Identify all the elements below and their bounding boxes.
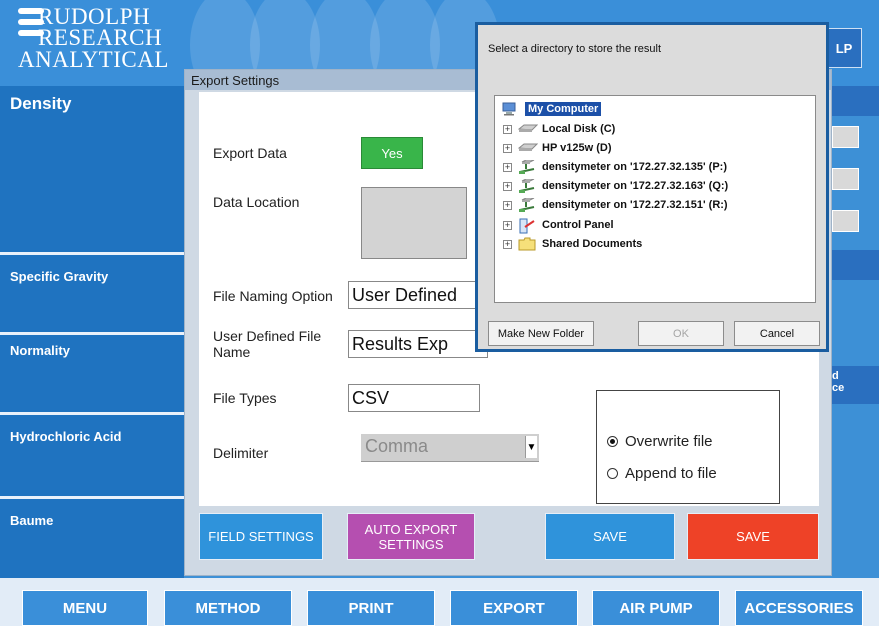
tree-item-control-panel[interactable]: + Control Panel [503, 216, 614, 234]
directory-dialog-prompt: Select a directory to store the result [488, 43, 662, 55]
tree-item-label: My Computer [525, 102, 602, 116]
tree-item-local-disk[interactable]: + Local Disk (C) [503, 120, 615, 138]
drive-icon [517, 141, 539, 155]
right-panel-label-line: ce [832, 382, 845, 394]
sidebar-item-normality[interactable]: Normality [0, 332, 184, 412]
expand-plus-icon[interactable]: + [503, 143, 512, 153]
file-types-label: File Types [213, 390, 277, 406]
make-new-folder-button[interactable]: Make New Folder [488, 321, 594, 346]
tree-item-label: densitymeter on '172.27.32.135' (P:) [542, 161, 727, 173]
accessories-button[interactable]: ACCESSORIES [735, 590, 863, 626]
right-panel-strip [830, 86, 879, 116]
control-panel-icon [518, 218, 538, 234]
user-defined-file-name-input[interactable]: Results Exp [348, 330, 488, 358]
radio-unselected-icon[interactable] [607, 468, 618, 479]
append-file-option[interactable]: Append to file [607, 465, 717, 482]
delimiter-label: Delimiter [213, 445, 269, 461]
file-naming-option-select[interactable]: User Defined [348, 281, 488, 309]
sidebar-item-density[interactable]: Density [0, 86, 184, 252]
bottom-navigation: MENU METHOD PRINT EXPORT AIR PUMP ACCESS… [0, 578, 879, 626]
expand-plus-icon[interactable]: + [503, 200, 512, 210]
directory-dialog-body: Select a directory to store the result M… [478, 25, 826, 349]
directory-dialog: Select a directory to store the result M… [475, 22, 829, 352]
brand-logo: RUDOLPH RESEARCH ANALYTICAL [18, 4, 178, 82]
cancel-button[interactable]: Cancel [734, 321, 820, 346]
drive-icon [517, 122, 539, 136]
expand-plus-icon[interactable]: + [503, 239, 512, 249]
ok-button[interactable]: OK [638, 321, 724, 346]
dropdown-arrow-icon[interactable]: ▼ [525, 436, 537, 458]
expand-plus-icon[interactable]: + [503, 181, 512, 191]
sidebar-item-baume[interactable]: Baume [0, 496, 184, 578]
right-panel-strip [830, 250, 879, 280]
tree-item-label: HP v125w (D) [542, 142, 612, 154]
tree-item-label: Local Disk (C) [542, 123, 616, 135]
brand-line-1: RUDOLPH [38, 4, 151, 29]
folder-icon [518, 237, 538, 251]
auto-export-settings-button[interactable]: AUTO EXPORT SETTINGS [347, 513, 475, 560]
right-panel-field[interactable] [832, 210, 859, 232]
network-drive-icon [518, 159, 538, 174]
tree-item-label: densitymeter on '172.27.32.163' (Q:) [542, 180, 729, 192]
computer-icon [501, 102, 521, 116]
overwrite-file-option[interactable]: Overwrite file [607, 433, 713, 450]
directory-tree: My Computer + Local Disk (C) + HP v125w … [494, 95, 816, 303]
right-panel-field[interactable] [832, 126, 859, 148]
file-types-input[interactable]: CSV [348, 384, 480, 412]
sidebar: Density Specific Gravity Normality Hydro… [0, 86, 184, 586]
right-panel-field[interactable] [832, 168, 859, 190]
tree-item-label: Shared Documents [542, 238, 643, 250]
field-settings-button[interactable]: FIELD SETTINGS [199, 513, 323, 560]
auto-export-label-line2: SETTINGS [378, 536, 444, 552]
air-pump-button[interactable]: AIR PUMP [592, 590, 720, 626]
export-button[interactable]: EXPORT [450, 590, 578, 626]
data-location-label: Data Location [213, 194, 300, 210]
tree-item-network-drive-p[interactable]: + densitymeter on '172.27.32.135' (P:) [503, 158, 727, 176]
file-naming-option-label: File Naming Option [213, 288, 333, 304]
delimiter-select[interactable]: Comma ▼ [361, 434, 539, 462]
export-data-label: Export Data [213, 145, 287, 161]
network-drive-icon [518, 197, 538, 212]
expand-plus-icon[interactable]: + [503, 124, 512, 134]
tree-item-network-drive-q[interactable]: + densitymeter on '172.27.32.163' (Q:) [503, 177, 728, 195]
export-data-yes-button[interactable]: Yes [361, 137, 423, 169]
app-background: RUDOLPH RESEARCH ANALYTICAL LP Density S… [0, 0, 879, 626]
save-blue-button[interactable]: SAVE [545, 513, 675, 560]
brand-line-2: RESEARCH [38, 25, 163, 50]
sidebar-item-hydrochloric-acid[interactable]: Hydrochloric Acid [0, 412, 184, 496]
write-mode-group: Overwrite file Append to file [596, 390, 780, 504]
expand-plus-icon[interactable]: + [503, 162, 512, 172]
expand-plus-icon[interactable]: + [503, 220, 512, 230]
right-panel-label-line: d [832, 370, 839, 382]
tree-item-network-drive-r[interactable]: + densitymeter on '172.27.32.151' (R:) [503, 196, 728, 214]
tree-item-shared-documents[interactable]: + Shared Documents [503, 235, 642, 253]
sidebar-item-specific-gravity[interactable]: Specific Gravity [0, 252, 184, 332]
help-button[interactable]: LP [826, 28, 862, 68]
delimiter-value: Comma [365, 436, 429, 456]
tree-item-label: densitymeter on '172.27.32.151' (R:) [542, 199, 728, 211]
auto-export-label-line1: AUTO EXPORT [364, 521, 458, 537]
radio-selected-icon[interactable] [607, 436, 618, 447]
tree-item-my-computer[interactable]: My Computer [501, 100, 602, 118]
overwrite-file-label: Overwrite file [625, 433, 713, 450]
append-file-label: Append to file [625, 465, 717, 482]
method-button[interactable]: METHOD [164, 590, 292, 626]
tree-item-hp-drive[interactable]: + HP v125w (D) [503, 139, 612, 157]
save-red-button[interactable]: SAVE [687, 513, 819, 560]
user-defined-file-name-label: User Defined File Name [213, 328, 322, 360]
menu-button[interactable]: MENU [22, 590, 148, 626]
print-button[interactable]: PRINT [307, 590, 435, 626]
data-location-field[interactable] [361, 187, 467, 259]
right-panel-label: d ce [832, 370, 872, 394]
network-drive-icon [518, 178, 538, 193]
tree-item-label: Control Panel [542, 219, 614, 231]
right-panel-edge [830, 86, 879, 586]
brand-line-3: ANALYTICAL [18, 47, 169, 72]
